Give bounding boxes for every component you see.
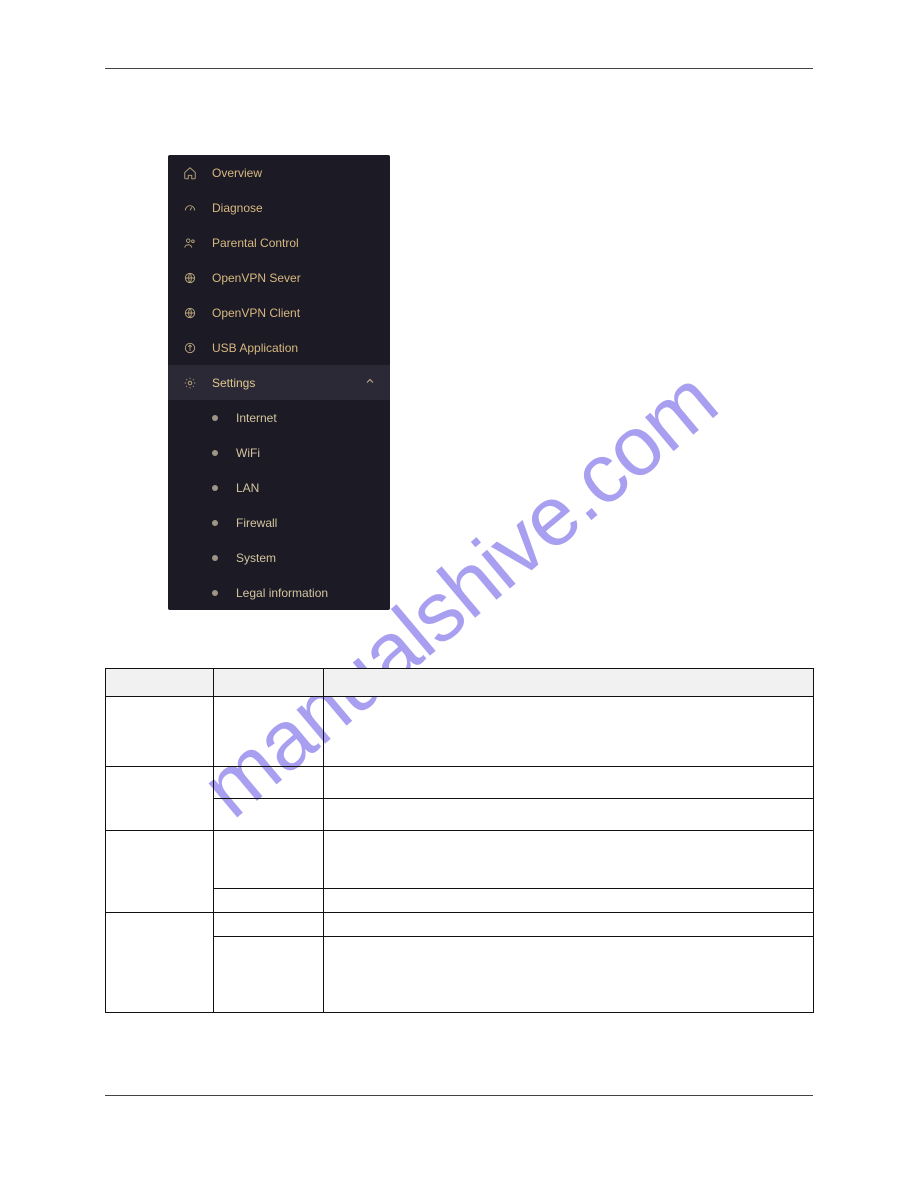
sidebar-item-label: USB Application	[212, 341, 380, 355]
table-cell	[106, 831, 214, 913]
sidebar-item-label: OpenVPN Sever	[212, 271, 380, 285]
table-header-cell	[324, 669, 814, 697]
sidebar-item-settings[interactable]: Settings	[168, 365, 390, 400]
sidebar-item-label: Diagnose	[212, 201, 380, 215]
home-icon	[182, 165, 198, 181]
router-sidebar-screenshot: Overview Diagnose Parental Control OpenV…	[168, 155, 390, 610]
people-icon	[182, 235, 198, 251]
table-header-cell	[214, 669, 324, 697]
sidebar-subitem-legal-information[interactable]: Legal information	[168, 575, 390, 610]
table-cell	[214, 937, 324, 1013]
table-cell	[106, 913, 214, 1013]
table-cell	[214, 913, 324, 937]
table-cell	[214, 831, 324, 889]
sidebar-subitem-label: Internet	[236, 411, 277, 425]
sidebar-item-parental-control[interactable]: Parental Control	[168, 225, 390, 260]
table-cell	[324, 937, 814, 1013]
bullet-icon	[212, 555, 218, 561]
sidebar-subitem-label: System	[236, 551, 276, 565]
bullet-icon	[212, 450, 218, 456]
usb-icon	[182, 340, 198, 356]
table-cell	[214, 767, 324, 799]
sidebar-item-openvpn-client[interactable]: OpenVPN Client	[168, 295, 390, 330]
sidebar-subitem-label: Firewall	[236, 516, 277, 530]
table-cell	[214, 799, 324, 831]
table-cell	[324, 889, 814, 913]
sidebar-item-label: Settings	[212, 376, 364, 390]
sidebar-item-label: OpenVPN Client	[212, 306, 380, 320]
table-row	[106, 697, 814, 767]
globe-icon	[182, 270, 198, 286]
sidebar-subitem-firewall[interactable]: Firewall	[168, 505, 390, 540]
table-cell	[214, 889, 324, 913]
table-cell	[106, 767, 214, 831]
table-cell	[214, 697, 324, 767]
bullet-icon	[212, 520, 218, 526]
sidebar-subitem-lan[interactable]: LAN	[168, 470, 390, 505]
table-cell	[324, 697, 814, 767]
table-cell	[324, 799, 814, 831]
globe-icon	[182, 305, 198, 321]
table-cell	[106, 697, 214, 767]
sidebar-item-label: Overview	[212, 166, 380, 180]
top-rule	[105, 68, 813, 69]
sidebar-subitem-label: LAN	[236, 481, 259, 495]
chevron-up-icon	[364, 375, 380, 390]
table-header-cell	[106, 669, 214, 697]
sidebar-subitem-system[interactable]: System	[168, 540, 390, 575]
sidebar-subitem-wifi[interactable]: WiFi	[168, 435, 390, 470]
gauge-icon	[182, 200, 198, 216]
sidebar-item-usb-application[interactable]: USB Application	[168, 330, 390, 365]
sidebar-subitem-internet[interactable]: Internet	[168, 400, 390, 435]
bullet-icon	[212, 590, 218, 596]
sidebar-item-diagnose[interactable]: Diagnose	[168, 190, 390, 225]
table-cell	[324, 767, 814, 799]
table-header-row	[106, 669, 814, 697]
sidebar-item-label: Parental Control	[212, 236, 380, 250]
table-row	[106, 831, 814, 889]
sidebar-item-openvpn-server[interactable]: OpenVPN Sever	[168, 260, 390, 295]
table-cell	[324, 831, 814, 889]
bullet-icon	[212, 485, 218, 491]
sidebar-subitem-label: WiFi	[236, 446, 260, 460]
sidebar-subitem-label: Legal information	[236, 586, 328, 600]
document-page: manualshive.com Overview Diagnose Parent…	[0, 0, 918, 1188]
table-row	[106, 913, 814, 937]
sidebar-item-overview[interactable]: Overview	[168, 155, 390, 190]
description-table	[105, 668, 814, 1013]
table-cell	[324, 913, 814, 937]
bottom-rule	[105, 1095, 813, 1096]
bullet-icon	[212, 415, 218, 421]
table-row	[106, 767, 814, 799]
gear-icon	[182, 375, 198, 391]
